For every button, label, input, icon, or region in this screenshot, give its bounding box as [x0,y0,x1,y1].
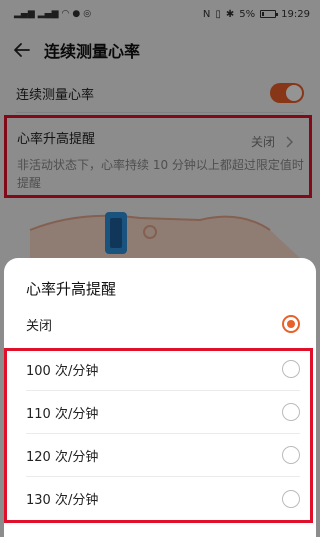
radio-icon[interactable] [282,489,300,508]
radio-icon[interactable] [282,403,300,421]
alert-threshold-sheet: 心率升高提醒 关闭 100 次/分钟 110 次/分钟 120 次/分钟 130… [4,258,316,537]
option-off-label: 关闭 [26,318,53,334]
radio-selected-icon[interactable] [282,315,300,333]
threshold-options-list: 100 次/分钟 110 次/分钟 120 次/分钟 130 次/分钟 [4,348,316,520]
option-off[interactable]: 关闭 [26,302,300,346]
option-110[interactable]: 110 次/分钟 [26,391,300,434]
sheet-title: 心率升高提醒 [26,280,117,298]
option-label: 110 次/分钟 [26,406,99,422]
option-100[interactable]: 100 次/分钟 [26,348,300,391]
option-130[interactable]: 130 次/分钟 [26,477,300,520]
option-label: 120 次/分钟 [26,449,99,465]
radio-icon[interactable] [282,360,300,378]
radio-icon[interactable] [282,446,300,464]
option-label: 100 次/分钟 [26,363,99,379]
option-120[interactable]: 120 次/分钟 [26,434,300,477]
option-label: 130 次/分钟 [26,493,99,508]
